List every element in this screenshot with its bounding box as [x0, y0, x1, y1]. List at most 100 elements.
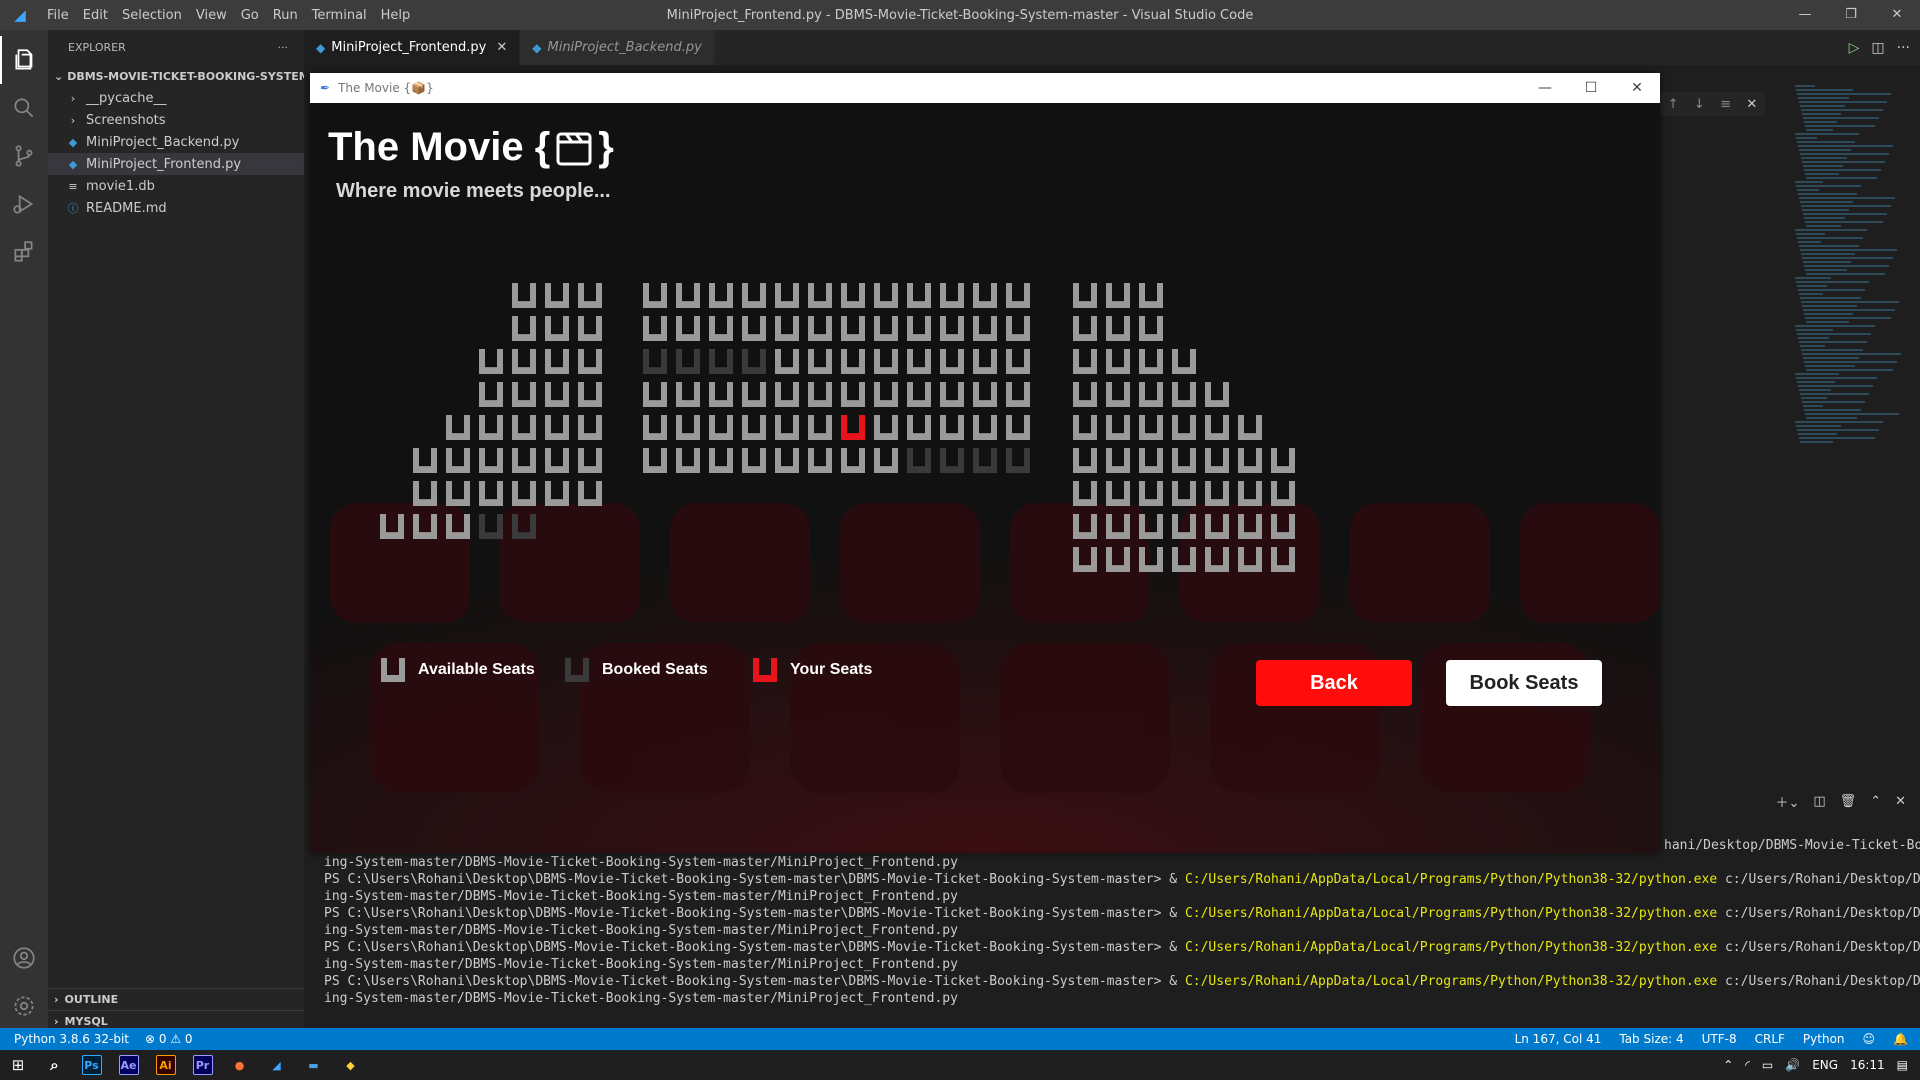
maximize-icon[interactable]: ☐	[1568, 80, 1614, 96]
arrow-down-icon[interactable]: ↓	[1694, 97, 1705, 112]
available-seat[interactable]	[1268, 446, 1298, 476]
available-seat[interactable]	[509, 281, 539, 311]
available-seat[interactable]	[1169, 446, 1199, 476]
language-mode[interactable]: Python	[1803, 1032, 1845, 1046]
available-seat[interactable]	[1169, 479, 1199, 509]
available-seat[interactable]	[575, 380, 605, 410]
available-seat[interactable]	[1103, 347, 1133, 377]
available-seat[interactable]	[970, 281, 1000, 311]
available-seat[interactable]	[476, 446, 506, 476]
tree-item[interactable]: › __pycache__	[48, 87, 304, 109]
available-seat[interactable]	[706, 446, 736, 476]
available-seat[interactable]	[1070, 512, 1100, 542]
available-seat[interactable]	[673, 281, 703, 311]
available-seat[interactable]	[1070, 545, 1100, 575]
trash-icon[interactable]: 🗑	[1840, 794, 1857, 809]
source-control-icon[interactable]	[0, 132, 48, 180]
available-seat[interactable]	[1202, 479, 1232, 509]
available-seat[interactable]	[970, 347, 1000, 377]
available-seat[interactable]	[772, 281, 802, 311]
available-seat[interactable]	[805, 281, 835, 311]
available-seat[interactable]	[1235, 545, 1265, 575]
available-seat[interactable]	[1202, 413, 1232, 443]
available-seat[interactable]	[673, 314, 703, 344]
available-seat[interactable]	[673, 380, 703, 410]
available-seat[interactable]	[1136, 512, 1166, 542]
available-seat[interactable]	[871, 380, 901, 410]
available-seat[interactable]	[542, 314, 572, 344]
restore-icon[interactable]: ❐	[1828, 0, 1874, 30]
menu-item-selection[interactable]: Selection	[115, 8, 189, 23]
available-seat[interactable]	[937, 380, 967, 410]
available-seat[interactable]	[1003, 347, 1033, 377]
available-seat[interactable]	[377, 512, 407, 542]
available-seat[interactable]	[1169, 347, 1199, 377]
available-seat[interactable]	[838, 281, 868, 311]
available-seat[interactable]	[904, 413, 934, 443]
available-seat[interactable]	[1235, 479, 1265, 509]
book-seats-button[interactable]: Book Seats	[1446, 660, 1602, 706]
available-seat[interactable]	[1235, 413, 1265, 443]
available-seat[interactable]	[1003, 380, 1033, 410]
available-seat[interactable]	[1070, 314, 1100, 344]
available-seat[interactable]	[838, 314, 868, 344]
arrow-up-icon[interactable]: ↑	[1668, 97, 1679, 112]
run-debug-icon[interactable]	[0, 180, 48, 228]
tray-chevron-icon[interactable]: ⌃	[1723, 1058, 1733, 1072]
line-ending[interactable]: CRLF	[1755, 1032, 1785, 1046]
available-seat[interactable]	[970, 380, 1000, 410]
available-seat[interactable]	[1070, 413, 1100, 443]
available-seat[interactable]	[1103, 314, 1133, 344]
available-seat[interactable]	[970, 413, 1000, 443]
available-seat[interactable]	[739, 380, 769, 410]
split-terminal-icon[interactable]: ◫	[1813, 794, 1825, 809]
available-seat[interactable]	[1070, 380, 1100, 410]
available-seat[interactable]	[1136, 314, 1166, 344]
available-seat[interactable]	[805, 314, 835, 344]
available-seat[interactable]	[1103, 446, 1133, 476]
available-seat[interactable]	[542, 413, 572, 443]
tree-item[interactable]: ⓘ README.md	[48, 197, 304, 219]
back-button[interactable]: Back	[1256, 660, 1412, 706]
available-seat[interactable]	[640, 413, 670, 443]
available-seat[interactable]	[838, 446, 868, 476]
available-seat[interactable]	[1136, 413, 1166, 443]
menu-item-terminal[interactable]: Terminal	[305, 8, 374, 23]
after-effects-icon[interactable]: Ae	[110, 1050, 147, 1080]
problems-count[interactable]: ⊗ 0 ⚠ 0	[145, 1032, 193, 1046]
available-seat[interactable]	[640, 314, 670, 344]
available-seat[interactable]	[1103, 512, 1133, 542]
available-seat[interactable]	[904, 380, 934, 410]
available-seat[interactable]	[1003, 314, 1033, 344]
available-seat[interactable]	[640, 446, 670, 476]
available-seat[interactable]	[805, 446, 835, 476]
available-seat[interactable]	[476, 479, 506, 509]
available-seat[interactable]	[937, 413, 967, 443]
available-seat[interactable]	[509, 347, 539, 377]
app-window-icon[interactable]: ▬	[295, 1050, 332, 1080]
available-seat[interactable]	[904, 281, 934, 311]
available-seat[interactable]	[1235, 446, 1265, 476]
available-seat[interactable]	[739, 314, 769, 344]
python-interpreter[interactable]: Python 3.8.6 32-bit	[14, 1032, 129, 1046]
tab-size[interactable]: Tab Size: 4	[1619, 1032, 1683, 1046]
available-seat[interactable]	[673, 446, 703, 476]
available-seat[interactable]	[904, 314, 934, 344]
available-seat[interactable]	[575, 347, 605, 377]
available-seat[interactable]	[739, 413, 769, 443]
new-terminal-icon[interactable]: ＋⌄	[1775, 792, 1799, 811]
tree-item[interactable]: ◆ MiniProject_Backend.py	[48, 131, 304, 153]
available-seat[interactable]	[542, 479, 572, 509]
available-seat[interactable]	[1202, 512, 1232, 542]
split-editor-icon[interactable]: ◫	[1871, 40, 1884, 56]
available-seat[interactable]	[575, 479, 605, 509]
tab-backend[interactable]: ◆ MiniProject_Backend.py	[520, 30, 715, 65]
available-seat[interactable]	[739, 446, 769, 476]
menu-item-go[interactable]: Go	[234, 8, 266, 23]
close-panel-icon[interactable]: ✕	[1895, 794, 1906, 809]
available-seat[interactable]	[904, 347, 934, 377]
tree-item[interactable]: ◆ MiniProject_Frontend.py	[48, 153, 304, 175]
available-seat[interactable]	[410, 512, 440, 542]
available-seat[interactable]	[542, 347, 572, 377]
available-seat[interactable]	[509, 446, 539, 476]
